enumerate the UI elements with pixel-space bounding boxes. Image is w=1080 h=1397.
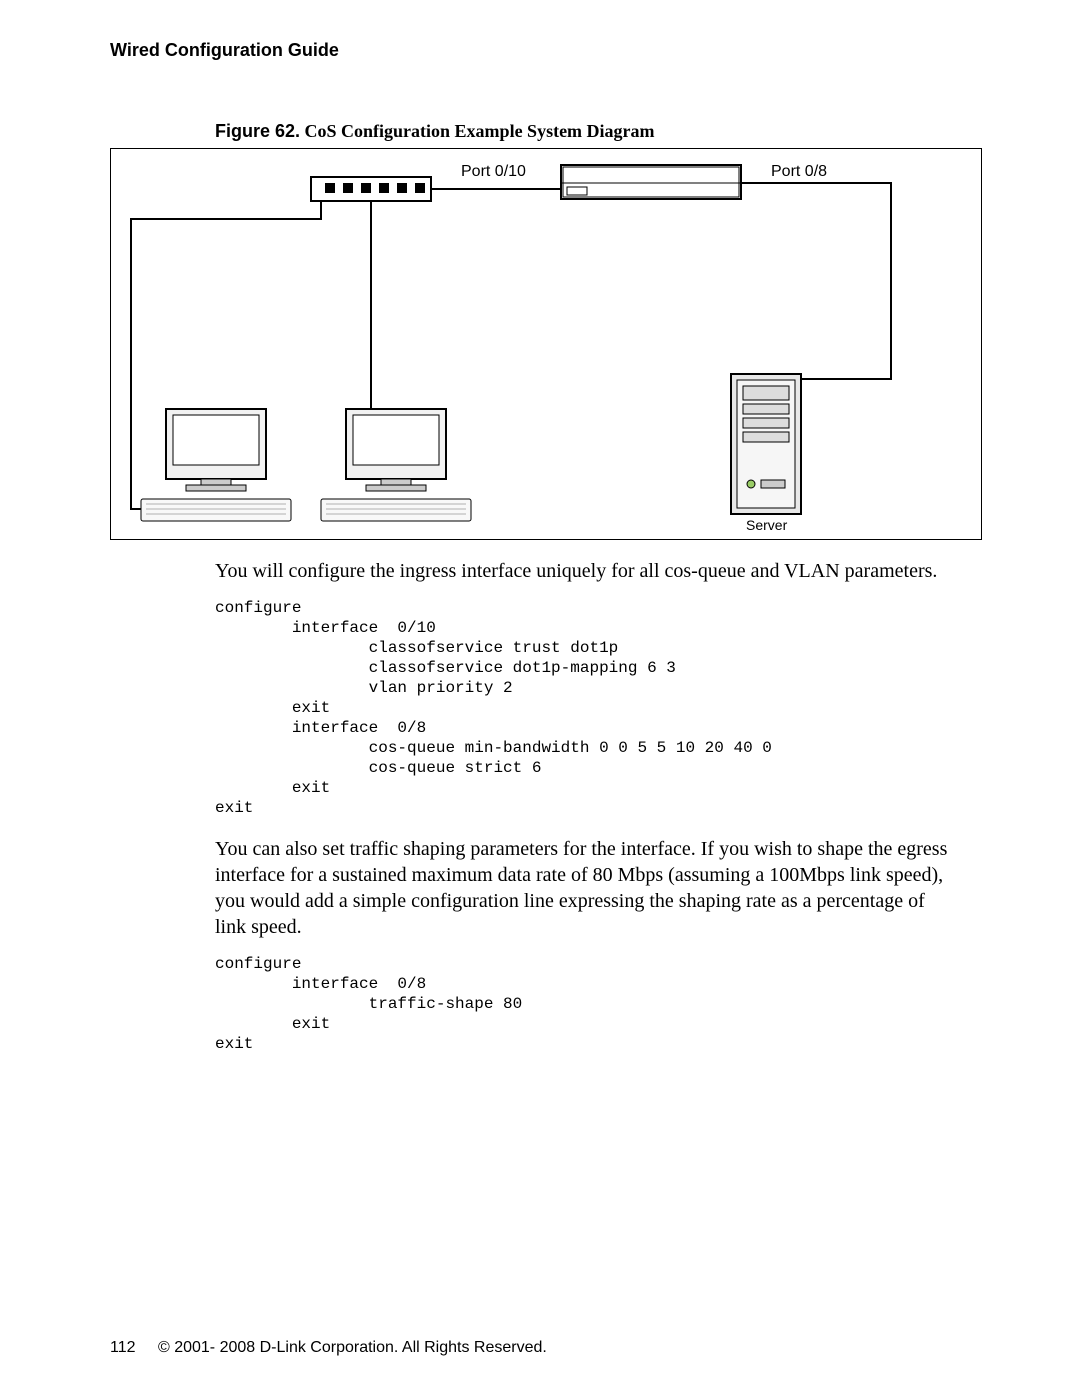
router-icon: [561, 165, 741, 199]
copyright-text: © 2001- 2008 D-Link Corporation. All Rig…: [158, 1339, 547, 1356]
port-label-left: Port 0/10: [461, 163, 526, 181]
page: Wired Configuration Guide Figure 62. CoS…: [0, 0, 1080, 1397]
page-header: Wired Configuration Guide: [110, 40, 1000, 61]
port-label-right: Port 0/8: [771, 163, 827, 181]
system-diagram: Port 0/10 Port 0/8 Server: [110, 148, 982, 540]
paragraph-2: You can also set traffic shaping paramet…: [215, 836, 960, 940]
diagram-svg: [111, 149, 981, 539]
code-block-1: configure interface 0/10 classofservice …: [215, 598, 1000, 818]
pc2-icon: [321, 409, 471, 521]
paragraph-1: You will configure the ingress interface…: [215, 558, 960, 584]
figure-label: Figure 62.: [215, 121, 300, 141]
pc1-icon: [141, 409, 291, 521]
server-icon: [731, 374, 801, 514]
switch-icon: [311, 177, 431, 201]
code-block-2: configure interface 0/8 traffic-shape 80…: [215, 954, 1000, 1054]
cable-server: [741, 183, 891, 389]
server-label: Server: [746, 517, 787, 533]
page-number: 112: [110, 1339, 136, 1356]
figure-caption: Figure 62. CoS Configuration Example Sys…: [215, 121, 1000, 142]
header-title: Wired Configuration Guide: [110, 40, 339, 60]
page-footer: 112 © 2001- 2008 D-Link Corporation. All…: [110, 1339, 547, 1357]
figure-title: CoS Configuration Example System Diagram: [305, 121, 655, 141]
